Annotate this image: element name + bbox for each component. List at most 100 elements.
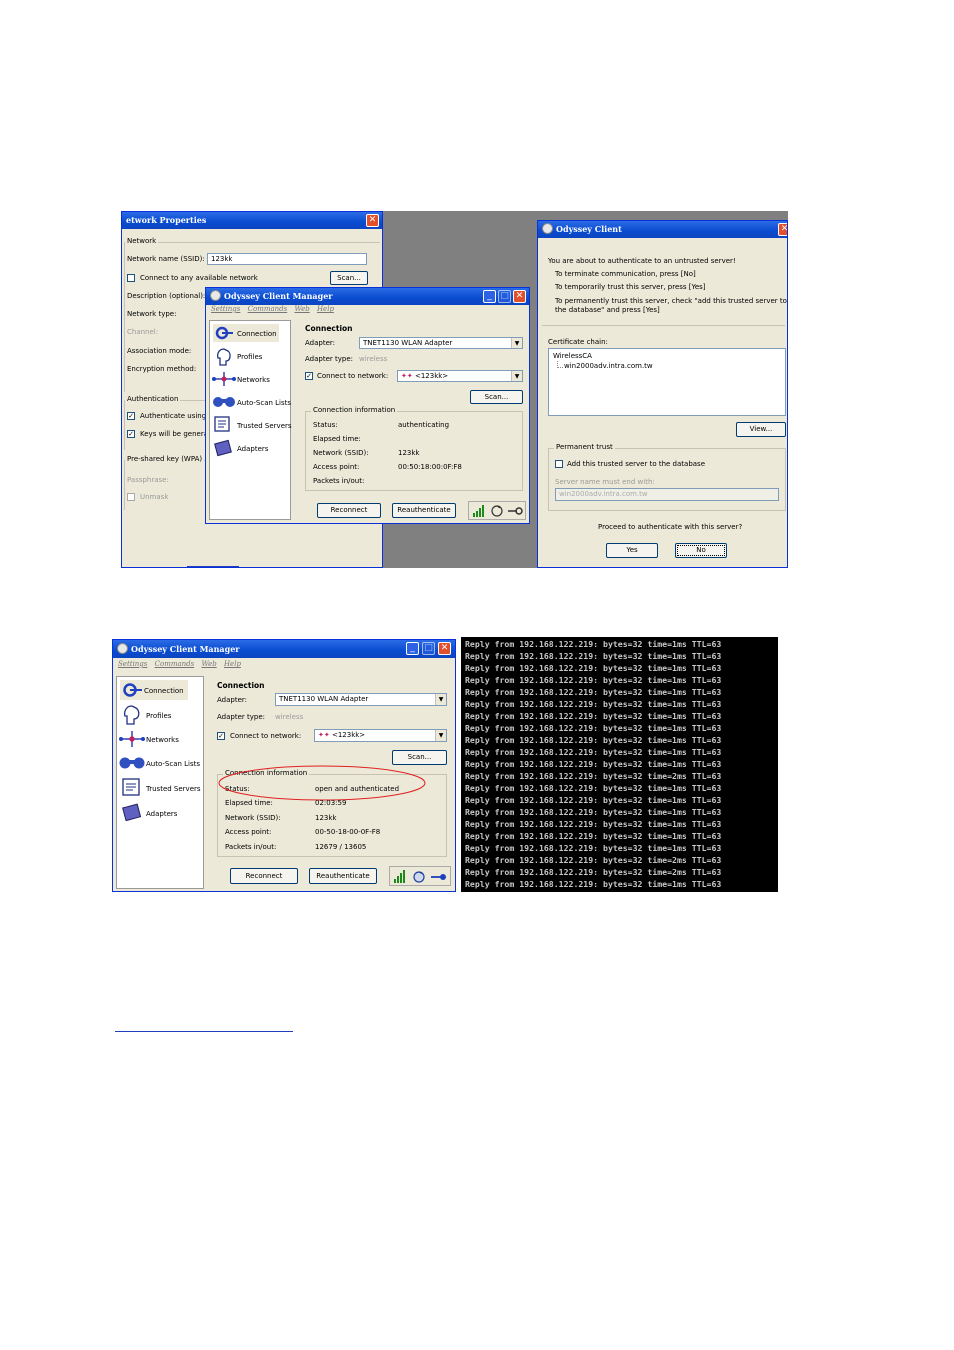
trusted-servers-icon xyxy=(214,416,230,432)
close-icon[interactable]: ✕ xyxy=(438,642,451,655)
cert-chain-tree[interactable]: WirelessCA win2000adv.intra.com.tw xyxy=(548,348,786,416)
reconnect-button[interactable]: Reconnect xyxy=(230,868,298,884)
packets-label: Packets in/out: xyxy=(225,843,277,851)
chevron-down-icon[interactable]: ▼ xyxy=(435,730,446,741)
yes-button[interactable]: Yes xyxy=(606,543,658,558)
sidebar-item-adapters[interactable]: Adapters xyxy=(146,810,177,818)
auth-group-title: Authentication xyxy=(125,395,181,403)
network-type-label: Network type: xyxy=(127,310,177,318)
menu-settings[interactable]: Settings xyxy=(211,305,240,313)
sidebar-item-trusted-servers[interactable]: Trusted Servers xyxy=(146,785,201,793)
sidebar-item-adapters[interactable]: Adapters xyxy=(237,445,268,453)
access-point-value: 00-50-18-00-0F-F8 xyxy=(315,828,381,836)
menu-commands[interactable]: Commands xyxy=(248,305,288,313)
console-line: Reply from 192.168.122.219: bytes=32 tim… xyxy=(465,663,722,673)
minimize-icon[interactable]: _ xyxy=(483,290,496,303)
connect-to-checkbox[interactable]: ✓ xyxy=(305,372,313,380)
key-icon xyxy=(508,507,523,515)
client-manager-window: Odyssey Client Manager _ □ ✕ Settings Co… xyxy=(205,287,530,524)
menu-bar: Settings Commands Web Help xyxy=(206,305,529,317)
menu-settings[interactable]: Settings xyxy=(118,660,147,668)
odyssey-logo-icon xyxy=(542,223,553,234)
unmask-checkbox[interactable] xyxy=(127,493,135,501)
sidebar-item-connection[interactable]: Connection xyxy=(144,687,184,695)
access-point-label: Access point: xyxy=(313,463,360,471)
reauthenticate-button[interactable]: Reauthenticate xyxy=(309,868,377,884)
sidebar-item-auto-scan[interactable]: Auto-Scan Lists xyxy=(237,399,291,407)
trusted-servers-icon xyxy=(122,778,140,796)
keys-generated-checkbox[interactable]: ✓ xyxy=(127,430,135,438)
console-line: Reply from 192.168.122.219: bytes=32 tim… xyxy=(465,639,722,649)
console-line: Reply from 192.168.122.219: bytes=32 tim… xyxy=(465,675,722,685)
connect-to-checkbox[interactable]: ✓ xyxy=(217,732,225,740)
window-title: etwork Properties xyxy=(126,215,207,225)
sidebar-item-auto-scan[interactable]: Auto-Scan Lists xyxy=(146,760,200,768)
close-icon[interactable]: ✕ xyxy=(513,290,526,303)
close-icon[interactable]: ✕ xyxy=(366,214,379,227)
server-name-input[interactable]: win2000adv.intra.com.tw xyxy=(555,488,779,501)
status-tray xyxy=(389,866,451,886)
status-label: Status: xyxy=(313,421,338,429)
menu-commands[interactable]: Commands xyxy=(155,660,195,668)
top-screenshot: etwork Properties ✕ Network Network name… xyxy=(121,211,788,568)
ssid-input[interactable]: 123kk xyxy=(207,253,367,265)
adapter-select[interactable]: TNET1130 WLAN Adapter ▼ xyxy=(359,337,523,349)
networks-icon xyxy=(119,731,145,747)
scan-button[interactable]: Scan... xyxy=(330,271,368,285)
minimize-icon[interactable]: _ xyxy=(406,642,419,655)
connect-any-checkbox[interactable] xyxy=(127,274,135,282)
add-trusted-label: Add this trusted server to the database xyxy=(567,460,706,468)
chevron-down-icon[interactable]: ▼ xyxy=(511,371,522,381)
console-line: Reply from 192.168.122.219: bytes=32 tim… xyxy=(465,855,722,865)
connection-icon xyxy=(215,326,233,340)
tree-line-h xyxy=(557,367,563,369)
adapter-select-value: TNET1130 WLAN Adapter xyxy=(279,695,369,703)
console-line: Reply from 192.168.122.219: bytes=32 tim… xyxy=(465,807,722,817)
sidebar-item-profiles[interactable]: Profiles xyxy=(146,712,171,720)
cert-root[interactable]: WirelessCA xyxy=(553,352,592,360)
menu-web[interactable]: Web xyxy=(294,305,309,313)
sidebar-item-trusted-servers[interactable]: Trusted Servers xyxy=(237,422,292,430)
console-line: Reply from 192.168.122.219: bytes=32 tim… xyxy=(465,699,722,709)
elapsed-value: 02:03:59 xyxy=(315,799,347,807)
chevron-down-icon[interactable]: ▼ xyxy=(511,338,522,348)
console-line: Reply from 192.168.122.219: bytes=32 tim… xyxy=(465,759,722,769)
connection-info-title: Connection information xyxy=(311,406,398,414)
close-icon[interactable]: ✕ xyxy=(778,223,787,236)
adapter-type-label: Adapter type: xyxy=(305,355,353,363)
sidebar-item-profiles[interactable]: Profiles xyxy=(237,353,262,361)
add-trusted-checkbox[interactable] xyxy=(555,460,563,468)
auth-using-checkbox[interactable]: ✓ xyxy=(127,412,135,420)
sidebar-item-networks[interactable]: Networks xyxy=(146,736,179,744)
menu-help[interactable]: Help xyxy=(317,305,334,313)
menu-web[interactable]: Web xyxy=(201,660,216,668)
reconnect-button[interactable]: Reconnect xyxy=(317,503,381,518)
console-line: Reply from 192.168.122.219: bytes=32 tim… xyxy=(465,747,722,757)
scan-button[interactable]: Scan... xyxy=(392,750,447,765)
packets-label: Packets in/out: xyxy=(313,477,365,485)
server-must-end-label: Server name must end with: xyxy=(555,478,655,486)
network-select-value: <123kk> xyxy=(414,372,449,380)
no-button[interactable]: No xyxy=(675,543,727,558)
scan-button[interactable]: Scan... xyxy=(470,390,523,404)
cert-child[interactable]: win2000adv.intra.com.tw xyxy=(564,362,653,370)
network-select[interactable]: ✦✦ <123kk> ▼ xyxy=(397,370,523,382)
networks-icon xyxy=(212,372,236,386)
maximize-icon[interactable]: □ xyxy=(422,642,435,655)
console-line: Reply from 192.168.122.219: bytes=32 tim… xyxy=(465,723,722,733)
status-value: authenticating xyxy=(398,421,450,429)
sidebar-item-connection[interactable]: Connection xyxy=(237,330,277,338)
console-line: Reply from 192.168.122.219: bytes=32 tim… xyxy=(465,711,722,721)
network-select[interactable]: ✦✦ <123kk> ▼ xyxy=(314,729,447,742)
reauthenticate-button[interactable]: Reauthenticate xyxy=(392,503,456,518)
elapsed-label: Elapsed time: xyxy=(313,435,361,443)
adapter-select[interactable]: TNET1130 WLAN Adapter ▼ xyxy=(275,693,447,706)
maximize-icon[interactable]: □ xyxy=(498,290,511,303)
console-line: Reply from 192.168.122.219: bytes=32 tim… xyxy=(465,687,722,697)
view-button[interactable]: View... xyxy=(736,422,786,437)
chevron-down-icon[interactable]: ▼ xyxy=(435,694,446,705)
connect-any-label: Connect to any available network xyxy=(140,274,258,282)
ssid-label: Network name (SSID): xyxy=(127,255,205,263)
menu-help[interactable]: Help xyxy=(224,660,241,668)
sidebar-item-networks[interactable]: Networks xyxy=(237,376,270,384)
